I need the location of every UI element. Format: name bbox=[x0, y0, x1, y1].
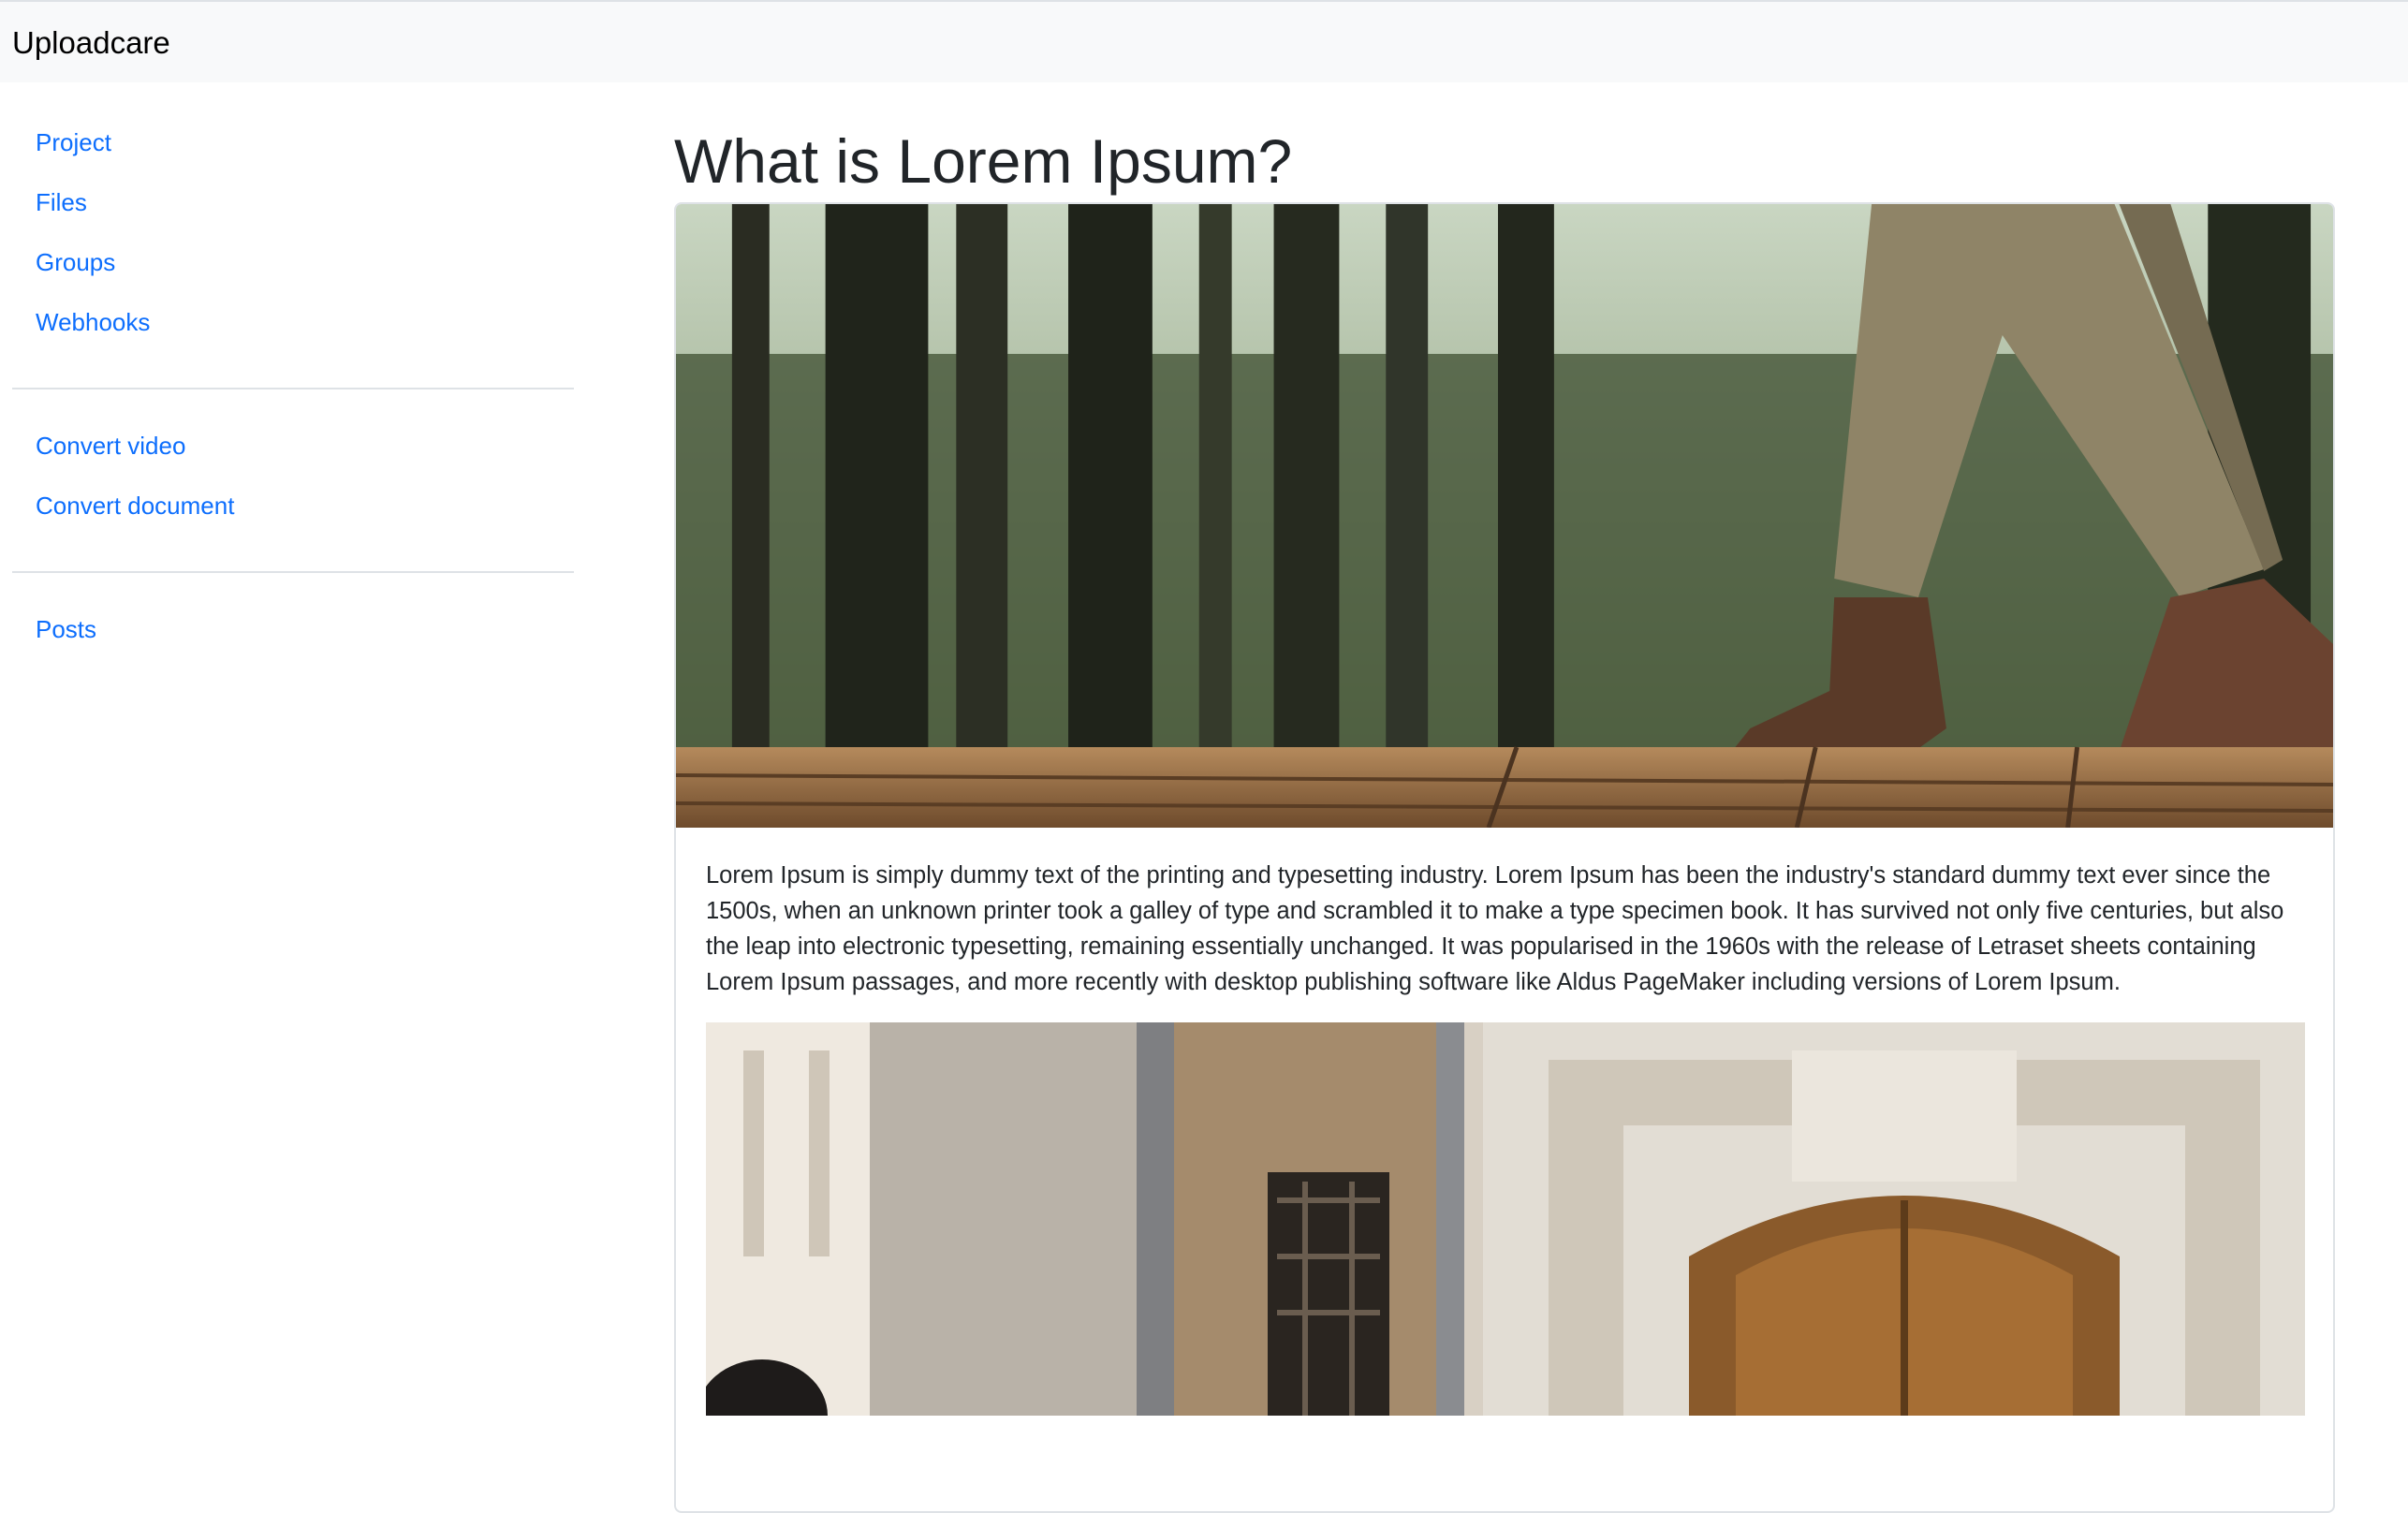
sidebar-group-content: Posts bbox=[12, 573, 574, 695]
post-body-text: Lorem Ipsum is simply dummy text of the … bbox=[706, 862, 2284, 995]
post-card-body: Lorem Ipsum is simply dummy text of the … bbox=[676, 828, 2333, 1416]
post-title: What is Lorem Ipsum? bbox=[674, 126, 1293, 196]
post-hero-image bbox=[676, 204, 2333, 828]
sidebar-item-project[interactable]: Project bbox=[12, 124, 574, 184]
top-navbar: Uploadcare bbox=[0, 0, 2408, 82]
sidebar-item-convert-document[interactable]: Convert document bbox=[12, 487, 574, 547]
sidebar-item-files[interactable]: Files bbox=[12, 184, 574, 243]
sidebar-group-conversion: Convert video Convert document bbox=[12, 389, 574, 573]
brand-link[interactable]: Uploadcare bbox=[12, 24, 170, 62]
main-content: What is Lorem Ipsum? Lorem Ipsum is simp… bbox=[674, 82, 2335, 1513]
sidebar-item-posts[interactable]: Posts bbox=[12, 610, 574, 670]
sidebar-group-resources: Project Files Groups Webhooks bbox=[12, 82, 574, 389]
sidebar-item-convert-video[interactable]: Convert video bbox=[12, 427, 574, 487]
sidebar-item-webhooks[interactable]: Webhooks bbox=[12, 303, 574, 363]
post-inline-image bbox=[706, 1022, 2305, 1416]
sidebar-item-groups[interactable]: Groups bbox=[12, 243, 574, 303]
sidebar: Project Files Groups Webhooks Convert vi… bbox=[12, 82, 574, 695]
post-card: Lorem Ipsum is simply dummy text of the … bbox=[674, 202, 2335, 1513]
